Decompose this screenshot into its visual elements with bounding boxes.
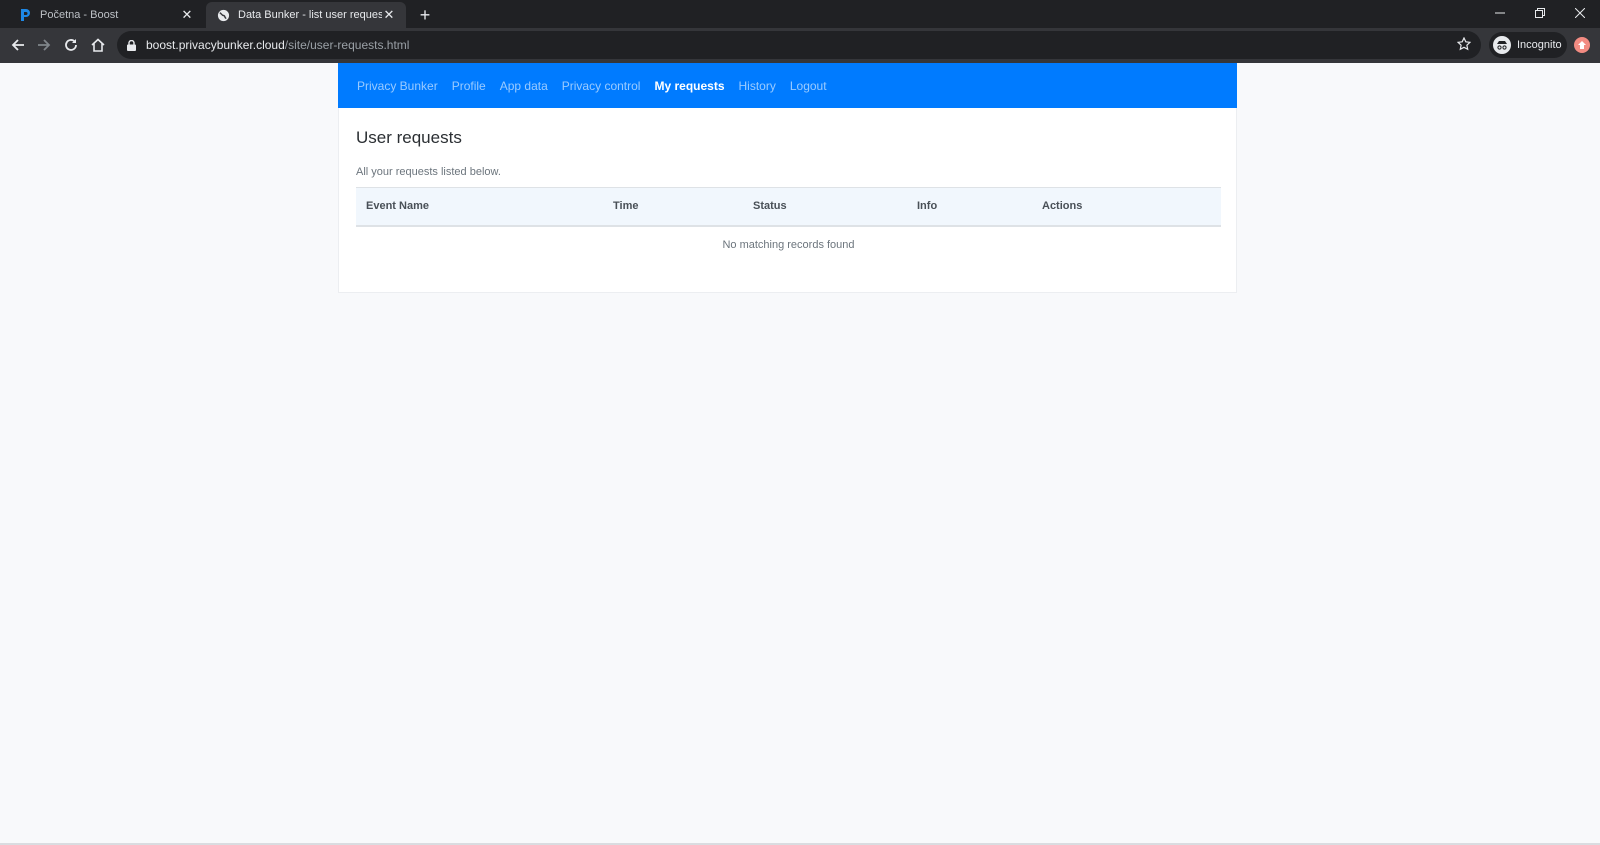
page-body: Privacy Bunker Profile App data Privacy … <box>0 63 1600 845</box>
nav-item-profile[interactable]: Profile <box>452 79 486 93</box>
empty-message: No matching records found <box>722 239 855 251</box>
column-header-info: Info <box>917 187 1042 227</box>
table-empty-row: No matching records found <box>356 226 1221 264</box>
close-tab-icon[interactable]: ✕ <box>180 8 194 22</box>
lock-icon <box>127 39 136 51</box>
tab-title: Početna - Boost <box>40 9 119 21</box>
reload-icon[interactable] <box>58 32 84 58</box>
close-tab-icon[interactable]: ✕ <box>382 8 396 22</box>
boost-favicon-icon <box>18 8 32 22</box>
column-header-actions: Actions <box>1042 187 1221 227</box>
nav-brand[interactable]: Privacy Bunker <box>357 79 438 93</box>
nav-item-my-requests[interactable]: My requests <box>654 79 724 93</box>
page-subtitle: All your requests listed below. <box>356 166 501 178</box>
top-navbar: Privacy Bunker Profile App data Privacy … <box>338 63 1237 108</box>
globe-icon <box>216 8 230 22</box>
close-window-icon[interactable] <box>1560 0 1600 26</box>
main-container: Privacy Bunker Profile App data Privacy … <box>338 63 1237 293</box>
nav-item-logout[interactable]: Logout <box>790 79 827 93</box>
incognito-icon <box>1493 36 1511 54</box>
tab-title: Data Bunker - list user requests <box>238 9 382 21</box>
url-host: boost.privacybunker.cloud <box>146 38 285 52</box>
bookmark-star-icon[interactable] <box>1456 36 1472 54</box>
profile-label: Incognito <box>1517 39 1562 51</box>
url-path: /site/user-requests.html <box>284 38 410 52</box>
forward-arrow-icon[interactable] <box>31 32 57 58</box>
incognito-profile-button[interactable]: Incognito <box>1489 32 1567 58</box>
nav-item-privacy-control[interactable]: Privacy control <box>562 79 641 93</box>
home-icon[interactable] <box>85 32 111 58</box>
browser-tab-bar: Početna - Boost ✕ Data Bunker - list use… <box>0 0 1600 28</box>
requests-table: Event Name Time Status Info Actions No m… <box>356 187 1221 264</box>
back-arrow-icon[interactable] <box>5 32 31 58</box>
new-tab-button[interactable]: + <box>414 4 436 26</box>
table-header-row: Event Name Time Status Info Actions <box>356 187 1221 227</box>
nav-item-history[interactable]: History <box>739 79 776 93</box>
address-bar[interactable]: boost.privacybunker.cloud/site/user-requ… <box>117 31 1481 59</box>
nav-item-app-data[interactable]: App data <box>500 79 548 93</box>
page-title: User requests <box>356 128 462 147</box>
tab-data-bunker[interactable]: Data Bunker - list user requests ✕ <box>206 2 406 28</box>
tab-pocetna-boost[interactable]: Početna - Boost ✕ <box>8 2 204 28</box>
column-header-status: Status <box>753 187 917 227</box>
requests-card: User requests All your requests listed b… <box>338 108 1237 293</box>
extension-icon[interactable] <box>1574 37 1590 53</box>
column-header-event-name: Event Name <box>356 187 613 227</box>
column-header-time: Time <box>613 187 753 227</box>
restore-icon[interactable] <box>1520 0 1560 26</box>
browser-toolbar: boost.privacybunker.cloud/site/user-requ… <box>0 28 1600 63</box>
minimize-icon[interactable] <box>1480 0 1520 26</box>
